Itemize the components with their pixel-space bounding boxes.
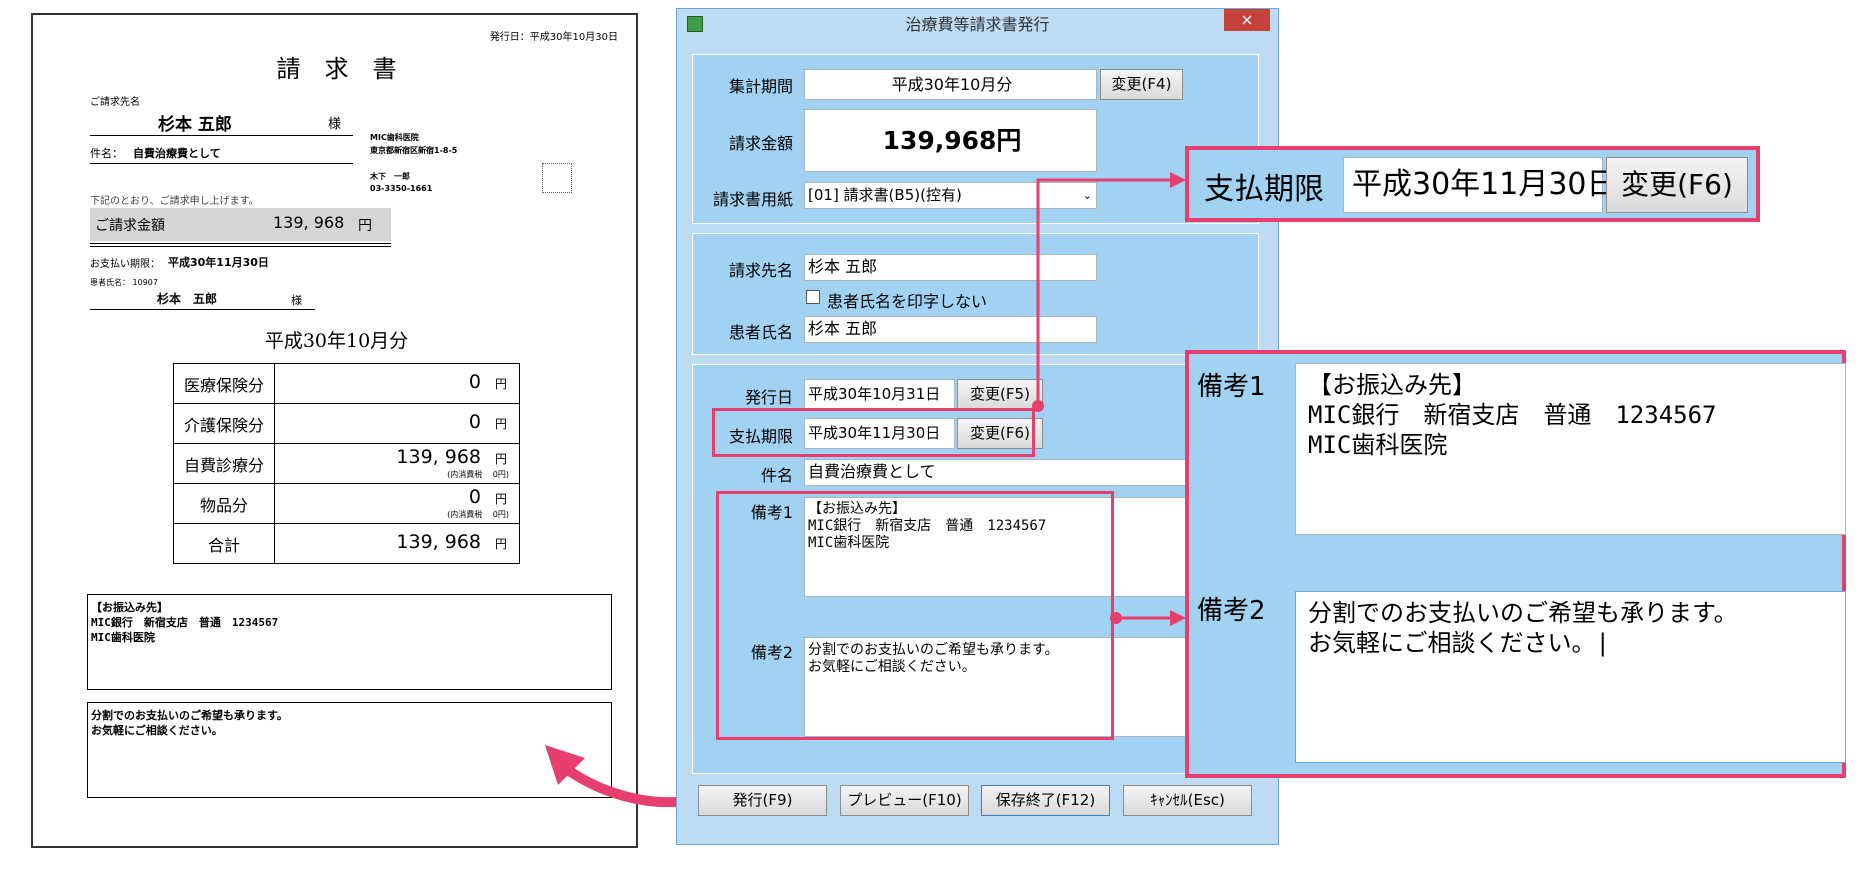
subject-label: 件名：	[90, 147, 123, 160]
invoice-remarks2: 分割でのお支払いのご希望も承ります。 お気軽にご相談ください。	[91, 709, 288, 737]
cancel-button[interactable]: ｷｬﾝｾﾙ(Esc)	[1123, 785, 1252, 816]
recipient-name: 杉本 五郎	[158, 115, 232, 135]
invoice-preview: 発行日：平成30年10月30日 請 求 書 ご請求先名 杉本 五郎 様 件名： …	[31, 13, 638, 848]
table-row-value-cell: 139, 968 円 (内消費税 0円)	[274, 443, 520, 484]
dialog-title: 治療費等請求書発行	[905, 15, 1050, 34]
patient-label: 患者氏名	[728, 323, 793, 342]
issue-date: 発行日：平成30年10月30日	[489, 32, 618, 43]
clinic-address: 東京都新宿区新宿1-8-5	[370, 146, 458, 155]
table-row: 医療保険分 0 円	[173, 363, 520, 404]
amount-underline-2	[90, 246, 391, 247]
zoom-remarks-callout: 備考1 【お振込み先】 MIC銀行 新宿支店 普通 1234567 MIC歯科医…	[1185, 350, 1846, 778]
issue-date-field[interactable]: 平成30年10月31日	[804, 379, 955, 410]
recipient-honorific: 様	[328, 117, 342, 132]
invoice-remarks1-box: 【お振込み先】 MIC銀行 新宿支店 普通 1234567 MIC歯科医院	[87, 594, 612, 690]
table-row-unit: 円	[494, 377, 507, 391]
no-print-checkbox[interactable]	[806, 290, 820, 304]
zoom-remarks2-textarea[interactable]: 分割でのお支払いのご希望も承ります。 お気軽にご相談ください。|	[1295, 591, 1846, 763]
form-select-value: [01] 請求書(B5)(控有)	[808, 186, 962, 204]
zoom-due-field[interactable]: 平成30年11月30日	[1343, 157, 1617, 213]
zoom-due-change-button[interactable]: 変更(F6)	[1606, 157, 1748, 213]
app-icon	[687, 16, 703, 32]
table-row-value: 139, 968	[396, 446, 481, 468]
table-row-value-cell: 139, 968 円	[274, 523, 520, 564]
breakdown-table: 医療保険分 0 円 介護保険分 0 円 自費診療分 139, 968 円 (内消…	[173, 363, 520, 564]
table-row-label: 物品分	[173, 483, 275, 524]
connector-lines	[1036, 172, 1186, 626]
table-row-value-cell: 0 円 (内消費税 0円)	[274, 483, 520, 524]
zoom-remarks1-textarea[interactable]: 【お振込み先】 MIC銀行 新宿支店 普通 1234567 MIC歯科医院	[1295, 363, 1846, 535]
patient-label: 患者氏名： 10907	[90, 278, 158, 287]
recipient-underline	[90, 135, 353, 136]
table-row-value: 0	[468, 411, 481, 433]
amount-label: 請求金額	[728, 134, 793, 153]
patient-underline	[90, 309, 315, 310]
zoom-remarks2-label: 備考2	[1197, 596, 1266, 626]
amount-box: ご請求金額 139, 968 円	[90, 208, 391, 241]
clinic-name: MIC歯科医院	[370, 133, 419, 142]
table-row: 介護保険分 0 円	[173, 403, 520, 444]
table-row-unit: 円	[494, 492, 507, 506]
patient-name: 杉本 五郎	[157, 292, 218, 306]
close-button[interactable]: ×	[1224, 9, 1270, 31]
connector-dot-remarks	[1110, 612, 1122, 624]
table-row: 自費診療分 139, 968 円 (内消費税 0円)	[173, 443, 520, 484]
connector-dot-due	[1032, 400, 1044, 412]
invoice-title: 請 求 書	[276, 55, 397, 83]
subject-underline	[90, 163, 353, 164]
zoom-due-callout: 支払期限 平成30年11月30日 変更(F6)	[1185, 146, 1760, 222]
preview-button[interactable]: プレビュー(F10)	[840, 785, 969, 816]
form-label: 請求書用紙	[712, 190, 793, 209]
table-row: 物品分 0 円 (内消費税 0円)	[173, 483, 520, 524]
table-row-unit: 円	[494, 417, 507, 431]
table-row-value-cell: 0 円	[274, 363, 520, 404]
table-row-unit: 円	[494, 452, 507, 466]
table-row-tax-note: (内消費税 0円)	[447, 470, 509, 479]
amount-yen: 円	[358, 218, 372, 234]
due-label: お支払い期限：	[90, 259, 160, 270]
zoom-remarks1-label: 備考1	[1197, 372, 1266, 402]
recipient-label: 請求先名	[728, 261, 793, 280]
period-field[interactable]: 平成30年10月分	[804, 69, 1097, 100]
amount-label: ご請求金額	[95, 218, 165, 234]
subject-label: 件名	[760, 466, 793, 485]
stage: 発行日：平成30年10月30日 請 求 書 ご請求先名 杉本 五郎 様 件名： …	[0, 0, 1860, 882]
issue-button[interactable]: 発行(F9)	[698, 785, 827, 816]
amount-underline-1	[90, 243, 391, 244]
due-date-highlight	[712, 408, 1035, 457]
table-row-label: 合計	[173, 523, 275, 564]
invoice-intro: 下記のとおり、ご請求申し上げます。	[90, 196, 259, 207]
clinic-phone: 03-3350-1661	[370, 184, 433, 193]
due-date: 平成30年11月30日	[168, 256, 269, 269]
table-row-value: 0	[468, 371, 481, 393]
table-row-label: 医療保険分	[173, 363, 275, 404]
issue-date-label: 発行日	[744, 388, 793, 407]
table-row-value: 0	[468, 486, 481, 508]
billing-period: 平成30年10月分	[264, 330, 409, 352]
subject: 自費治療費として	[133, 147, 221, 160]
table-row: 合計 139, 968 円	[173, 523, 520, 564]
save-close-button[interactable]: 保存終了(F12)	[981, 785, 1110, 816]
table-row-value: 139, 968	[396, 531, 481, 553]
amount-value: 139, 968	[273, 213, 345, 232]
table-row-tax-note: (内消費税 0円)	[447, 510, 509, 519]
no-print-label: 患者氏名を印字しない	[827, 292, 988, 311]
table-row-value-cell: 0 円	[274, 403, 520, 444]
seal-box	[542, 163, 572, 193]
dialog-titlebar: 治療費等請求書発行	[677, 9, 1278, 41]
patient-honorific: 様	[291, 294, 302, 307]
recipient-label: ご請求先名	[90, 97, 140, 108]
invoice-remarks2-box: 分割でのお支払いのご希望も承ります。 お気軽にご相談ください。	[87, 702, 612, 798]
table-row-label: 自費診療分	[173, 443, 275, 484]
doctor-name: 木下 一郎	[370, 172, 410, 181]
invoice-remarks1: 【お振込み先】 MIC銀行 新宿支店 普通 1234567 MIC歯科医院	[91, 601, 279, 644]
table-row-unit: 円	[494, 537, 507, 551]
period-label: 集計期間	[728, 77, 793, 96]
zoom-due-label: 支払期限	[1204, 172, 1324, 207]
period-change-button[interactable]: 変更(F4)	[1100, 69, 1183, 100]
table-row-label: 介護保険分	[173, 403, 275, 444]
